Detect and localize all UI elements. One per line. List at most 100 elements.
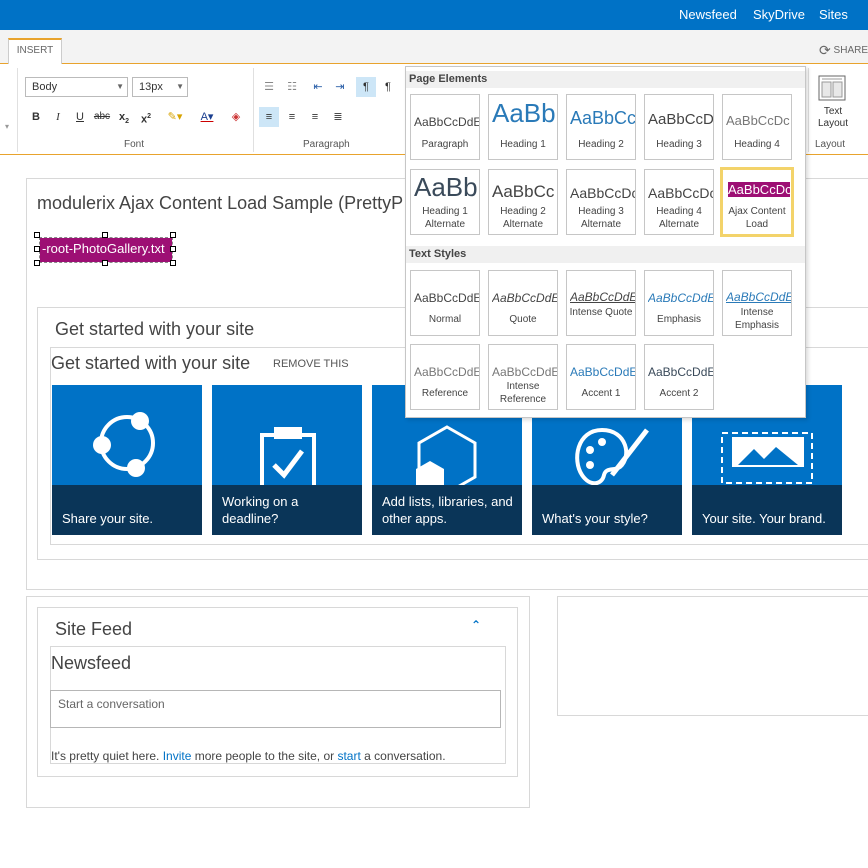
- style-sample: AaBbCcDdE: [570, 290, 635, 304]
- style-sample: AaBbCcDdE: [726, 290, 791, 304]
- ribbon-separator: [17, 68, 18, 152]
- ajax-content-chip[interactable]: -root-PhotoGallery.txt: [39, 237, 173, 263]
- text-layout-button[interactable]: Text Layout: [812, 72, 852, 138]
- superscript-icon[interactable]: x2: [136, 107, 156, 127]
- style-paragraph[interactable]: AaBbCcDdE Paragraph: [410, 94, 480, 160]
- style-heading-3[interactable]: AaBbCcDc Heading 3: [644, 94, 714, 160]
- conversation-input[interactable]: Start a conversation: [50, 690, 501, 728]
- resize-handle[interactable]: [170, 232, 176, 238]
- style-sample: AaBbCcDc: [570, 185, 635, 201]
- styles-gallery: Page Elements AaBbCcDdE Paragraph AaBb H…: [405, 66, 806, 418]
- start-link[interactable]: start: [337, 749, 360, 763]
- remove-this-link[interactable]: REMOVE THIS: [273, 358, 349, 370]
- style-label: Intense Reference: [499, 381, 547, 405]
- resize-handle[interactable]: [102, 260, 108, 266]
- resize-handle[interactable]: [102, 232, 108, 238]
- layout-group-label: Layout: [815, 139, 846, 150]
- bullet-list-icon[interactable]: ☰: [259, 77, 279, 97]
- tile-caption: Working on a deadline?: [222, 494, 299, 526]
- chevron-down-icon: ▼: [176, 82, 184, 91]
- resize-handle[interactable]: [34, 232, 40, 238]
- tile-caption: Add lists, libraries, and other apps.: [382, 494, 513, 526]
- resize-handle[interactable]: [170, 246, 176, 252]
- italic-icon[interactable]: I: [48, 107, 68, 127]
- highlight-color-icon[interactable]: ✎▾: [162, 107, 188, 127]
- style-normal[interactable]: AaBbCcDdE Normal: [410, 270, 480, 336]
- underline-icon[interactable]: U: [70, 107, 90, 127]
- style-quote[interactable]: AaBbCcDdE Quote: [488, 270, 558, 336]
- style-sample: AaBbCcDc: [726, 113, 790, 128]
- text-layout-label: Text Layout: [817, 106, 849, 129]
- style-heading-3-alternate[interactable]: AaBbCcDc Heading 3 Alternate: [566, 169, 636, 235]
- font-style-value: Body: [32, 81, 58, 93]
- ribbon-collapse-icon[interactable]: ▾: [5, 122, 9, 131]
- share-button[interactable]: ⟳ SHARE: [819, 42, 868, 59]
- quiet-message: It's pretty quiet here. Invite more peop…: [51, 749, 446, 763]
- style-label: Emphasis: [657, 314, 701, 325]
- resize-handle[interactable]: [34, 260, 40, 266]
- share-icon: [93, 412, 155, 477]
- align-right-icon[interactable]: ≡: [305, 107, 325, 127]
- style-reference[interactable]: AaBbCcDdE Reference: [410, 344, 480, 410]
- tile-share-site[interactable]: Share your site.: [52, 385, 202, 535]
- style-sample: AaBbCcDc: [648, 185, 713, 201]
- style-label: Heading 4 Alternate: [656, 206, 702, 230]
- suite-link-newsfeed[interactable]: Newsfeed: [679, 7, 737, 22]
- tab-insert[interactable]: INSERT: [8, 38, 62, 64]
- quiet-text: a conversation.: [360, 749, 446, 763]
- style-label: Heading 4: [734, 139, 780, 150]
- chevron-down-icon: ▼: [116, 82, 124, 91]
- style-emphasis[interactable]: AaBbCcDdE Emphasis: [644, 270, 714, 336]
- font-size-select[interactable]: 13px ▼: [132, 77, 188, 97]
- style-label: Reference: [421, 388, 469, 399]
- font-style-select[interactable]: Body ▼: [25, 77, 128, 97]
- style-accent-2[interactable]: AaBbCcDdE Accent 2: [644, 344, 714, 410]
- suite-link-sites[interactable]: Sites: [819, 7, 848, 22]
- invite-link[interactable]: Invite: [163, 749, 192, 763]
- style-heading-4[interactable]: AaBbCcDc Heading 4: [722, 94, 792, 160]
- style-label: Heading 2 Alternate: [500, 206, 546, 230]
- font-size-value: 13px: [139, 81, 163, 93]
- style-sample: AaBbCc: [570, 108, 635, 128]
- ltr-icon[interactable]: ¶: [356, 77, 376, 97]
- style-accent-1[interactable]: AaBbCcDdE Accent 1: [566, 344, 636, 410]
- resize-handle[interactable]: [34, 246, 40, 252]
- style-heading-2-alternate[interactable]: AaBbCc Heading 2 Alternate: [488, 169, 558, 235]
- align-center-icon[interactable]: ≡: [282, 107, 302, 127]
- style-label: Heading 3 Alternate: [578, 206, 624, 230]
- get-started-outer-title: Get started with your site: [55, 319, 255, 339]
- align-left-icon[interactable]: ≡: [259, 107, 279, 127]
- clear-format-icon[interactable]: ◈: [226, 107, 246, 127]
- page-elements-header: Page Elements: [406, 71, 805, 88]
- ribbon-tab-row: INSERT ⟳ SHARE: [0, 30, 868, 64]
- rtl-icon[interactable]: ¶: [378, 77, 398, 97]
- increase-indent-icon[interactable]: ⇥: [330, 77, 350, 97]
- strikethrough-icon[interactable]: abc: [92, 107, 112, 127]
- font-color-icon[interactable]: A▾: [194, 107, 220, 127]
- style-heading-4-alternate[interactable]: AaBbCcDc Heading 4 Alternate: [644, 169, 714, 235]
- collapse-icon[interactable]: ⌃: [471, 618, 481, 632]
- get-started-inner-title: Get started with your site: [51, 353, 251, 373]
- style-heading-1[interactable]: AaBb Heading 1: [488, 94, 558, 160]
- tile-caption: Share your site.: [62, 511, 154, 526]
- style-sample: AaBbCc: [492, 182, 555, 201]
- bold-icon[interactable]: B: [26, 107, 46, 127]
- justify-icon[interactable]: ≣: [328, 107, 348, 127]
- suite-link-skydrive[interactable]: SkyDrive: [753, 7, 805, 22]
- style-intense-reference[interactable]: AaBbCcDdE Intense Reference: [488, 344, 558, 410]
- tile-deadline[interactable]: Working on a deadline?: [212, 385, 362, 535]
- decrease-indent-icon[interactable]: ⇤: [308, 77, 328, 97]
- style-label: Intense Quote: [569, 307, 633, 318]
- style-intense-quote[interactable]: AaBbCcDdE Intense Quote: [566, 270, 636, 336]
- numbered-list-icon[interactable]: ☷: [282, 77, 302, 97]
- style-sample: AaBbCcDdE: [414, 291, 479, 305]
- style-ajax-content-load[interactable]: AaBbCcDc Ajax Content Load: [720, 167, 794, 237]
- tile-caption: What's your style?: [542, 511, 648, 526]
- style-heading-2[interactable]: AaBbCc Heading 2: [566, 94, 636, 160]
- quiet-text: more people to the site, or: [191, 749, 338, 763]
- style-label: Accent 1: [581, 388, 621, 399]
- style-intense-emphasis[interactable]: AaBbCcDdE Intense Emphasis: [722, 270, 792, 336]
- style-heading-1-alternate[interactable]: AaBb Heading 1 Alternate: [410, 169, 480, 235]
- subscript-icon[interactable]: x2: [114, 107, 134, 127]
- resize-handle[interactable]: [170, 260, 176, 266]
